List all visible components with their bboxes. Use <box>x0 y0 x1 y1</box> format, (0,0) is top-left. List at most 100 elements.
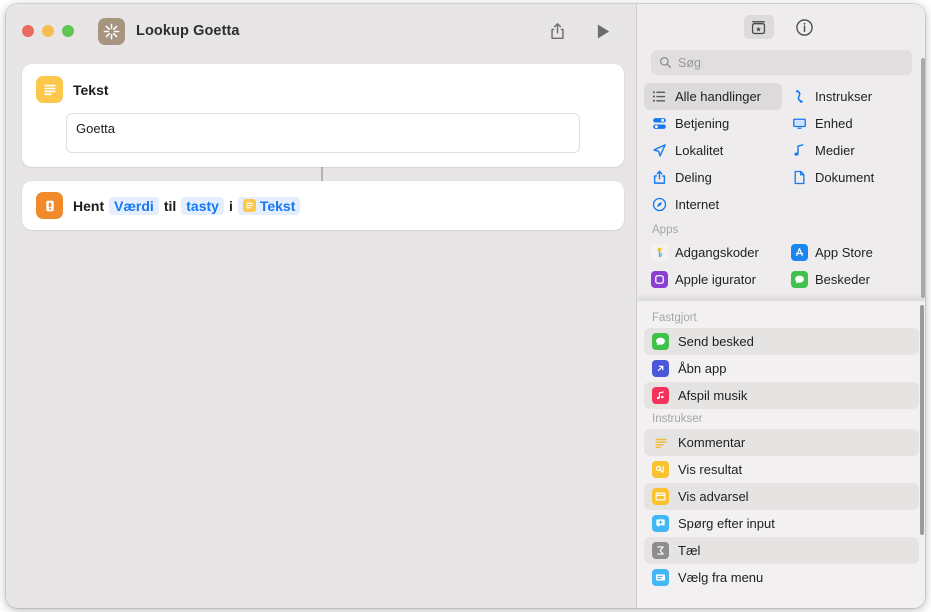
text-lines-icon <box>42 82 58 98</box>
zoom-button[interactable] <box>62 25 74 37</box>
scripting-item-sporg-efter-input[interactable]: Spørg efter input <box>644 510 919 537</box>
category-lokalitet[interactable]: Lokalitet <box>644 137 782 164</box>
category-label: Alle handlinger <box>675 89 761 104</box>
action-library-icon <box>750 19 767 36</box>
share-button[interactable] <box>542 18 572 44</box>
app-item-app-store[interactable]: App Store <box>784 239 922 266</box>
token-value[interactable]: Værdi <box>109 197 159 215</box>
minimize-button[interactable] <box>42 25 54 37</box>
apps-grid: Adgangskoder App Store <box>637 239 925 293</box>
shortcuts-app-icon <box>98 18 125 45</box>
app-label: Apple igurator <box>675 272 756 287</box>
get-value-icon <box>36 192 63 219</box>
shortcut-canvas: Tekst Goetta Hent <box>6 58 636 230</box>
document-icon <box>791 170 807 186</box>
scripting-item-vaelg-fra-menu[interactable]: Vælg fra menu <box>644 564 919 591</box>
window-titlebar: Lookup Goetta <box>6 4 636 58</box>
pinned-item-send-besked[interactable]: Send besked <box>644 328 919 355</box>
music-note-icon <box>791 143 807 159</box>
passwords-icon <box>651 244 668 261</box>
action-sentence: Hent Værdi til tasty i <box>73 197 300 215</box>
shortcuts-window: Lookup Goetta <box>6 4 925 608</box>
category-label: Instrukser <box>815 89 872 104</box>
action-verb: Hent <box>73 198 104 214</box>
category-label: Lokalitet <box>675 143 723 158</box>
pinned-item-abn-app[interactable]: Åbn app <box>644 355 919 382</box>
comment-icon <box>652 434 669 451</box>
play-icon <box>596 23 611 40</box>
location-arrow-icon <box>651 143 667 159</box>
music-icon <box>652 387 669 404</box>
search-icon <box>659 56 672 69</box>
info-tab-button[interactable] <box>790 15 820 39</box>
sidebar-scrollbar[interactable] <box>921 58 925 298</box>
action-card-text[interactable]: Tekst Goetta <box>22 64 624 167</box>
category-label: Dokument <box>815 170 874 185</box>
share-up-icon <box>651 170 667 186</box>
scripting-label: Vis advarsel <box>678 489 749 504</box>
search-container: Søg <box>637 50 925 75</box>
category-deling[interactable]: Deling <box>644 164 782 191</box>
messages-icon <box>791 271 808 288</box>
category-label: Internet <box>675 197 719 212</box>
action-library-sidebar: Søg Alle handlinger <box>636 4 925 608</box>
library-tab-button[interactable] <box>744 15 774 39</box>
scripting-label: Kommentar <box>678 435 745 450</box>
dictionary-value-icon <box>42 198 58 214</box>
category-dokument[interactable]: Dokument <box>784 164 922 191</box>
token-key[interactable]: tasty <box>181 197 224 215</box>
overlay-content: Fastgjort Send besked <box>637 301 925 591</box>
run-button[interactable] <box>588 18 618 44</box>
share-icon <box>549 22 566 41</box>
category-alle-handlinger[interactable]: Alle handlinger <box>644 83 782 110</box>
app-item-apple-configurator[interactable]: Apple igurator <box>644 266 782 293</box>
action-connector <box>321 167 323 181</box>
apps-section-header: Apps <box>637 218 925 239</box>
list-icon <box>651 89 667 105</box>
app-item-adgangskoder[interactable]: Adgangskoder <box>644 239 782 266</box>
category-label: Medier <box>815 143 855 158</box>
action-header: Tekst <box>36 76 610 103</box>
open-app-icon <box>652 360 669 377</box>
count-icon <box>652 542 669 559</box>
search-placeholder: Søg <box>678 56 701 70</box>
action-preposition: til <box>164 198 176 214</box>
text-input-field[interactable]: Goetta <box>66 113 580 153</box>
scripting-item-vis-advarsel[interactable]: Vis advarsel <box>644 483 919 510</box>
scripting-label: Spørg efter input <box>678 516 775 531</box>
safari-compass-icon <box>651 197 667 213</box>
controls-icon <box>651 116 667 132</box>
close-button[interactable] <box>22 25 34 37</box>
starburst-icon <box>102 22 121 41</box>
category-label: Deling <box>675 170 712 185</box>
scripting-item-kommentar[interactable]: Kommentar <box>644 429 919 456</box>
search-field[interactable]: Søg <box>651 50 912 75</box>
action-title: Tekst <box>73 82 109 98</box>
scripting-item-tael[interactable]: Tæl <box>644 537 919 564</box>
category-label: Betjening <box>675 116 729 131</box>
category-instrukser[interactable]: Instrukser <box>784 83 922 110</box>
text-variable-icon <box>243 199 256 212</box>
editor-pane: Lookup Goetta <box>6 4 636 608</box>
token-source-variable[interactable]: Tekst <box>238 197 301 215</box>
category-label: Enhed <box>815 116 853 131</box>
overlay-scrollbar[interactable] <box>920 305 924 535</box>
pinned-item-afspil-musik[interactable]: Afspil musik <box>644 382 919 409</box>
show-alert-icon <box>652 488 669 505</box>
apple-configurator-icon <box>651 271 668 288</box>
category-medier[interactable]: Medier <box>784 137 922 164</box>
scripting-label: Tæl <box>678 543 700 558</box>
ask-input-icon <box>652 515 669 532</box>
app-item-beskeder[interactable]: Beskeder <box>784 266 922 293</box>
app-label: Beskeder <box>815 272 870 287</box>
scripting-item-vis-resultat[interactable]: Vis resultat <box>644 456 919 483</box>
text-lines-icon <box>245 201 254 210</box>
category-betjening[interactable]: Betjening <box>644 110 782 137</box>
show-result-icon <box>652 461 669 478</box>
action-card-get-value[interactable]: Hent Værdi til tasty i <box>22 181 624 230</box>
pinned-label: Åbn app <box>678 361 726 376</box>
category-internet[interactable]: Internet <box>644 191 782 218</box>
category-enhed[interactable]: Enhed <box>784 110 922 137</box>
app-label: Adgangskoder <box>675 245 759 260</box>
document-title: Lookup Goetta <box>136 23 240 39</box>
